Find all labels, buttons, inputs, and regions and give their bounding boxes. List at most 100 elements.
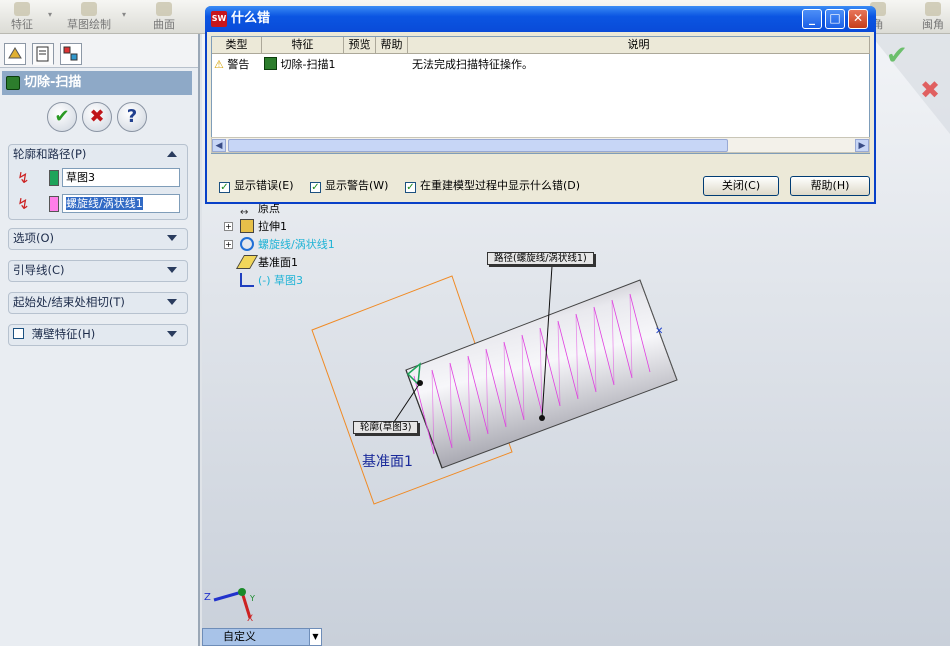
configuration-icon bbox=[63, 46, 78, 61]
path-selection-box[interactable]: 螺旋线/涡状线1 bbox=[62, 194, 180, 213]
dialog-title-bar[interactable]: SW 什么错 _ □ ✕ bbox=[205, 6, 876, 32]
column-header-description[interactable]: 说明 bbox=[408, 37, 870, 54]
help-button[interactable]: 帮助(H) bbox=[790, 176, 870, 196]
warning-icon: ⚠ bbox=[214, 58, 224, 71]
confirm-cancel-icon[interactable]: ✖ bbox=[920, 76, 940, 104]
path-selection-row: ↯ 螺旋线/涡状线1 bbox=[13, 193, 185, 215]
show-warnings-option[interactable]: ✓ 显示警告(W) bbox=[310, 177, 388, 193]
triad-z-label: Z bbox=[204, 592, 211, 603]
cut-sweep-icon bbox=[264, 57, 277, 70]
row-feature: 切除-扫描1 bbox=[264, 56, 335, 74]
feature-title-bar: 切除-扫描 bbox=[2, 71, 192, 95]
sketch-icon bbox=[81, 2, 97, 16]
profile-leader-line bbox=[393, 382, 421, 423]
chamfer-label: 闽角 bbox=[922, 18, 944, 31]
sketch-tab[interactable]: 草图绘制 bbox=[58, 2, 120, 32]
cancel-button[interactable]: ✖ bbox=[82, 102, 112, 132]
column-header-help[interactable]: 帮助 bbox=[376, 37, 408, 54]
close-icon: ✕ bbox=[852, 11, 864, 25]
triad-origin bbox=[238, 588, 246, 596]
guide-curves-group[interactable]: 引导线(C) bbox=[8, 260, 188, 282]
plane-icon bbox=[235, 255, 259, 269]
expand-toggle[interactable]: + bbox=[224, 240, 233, 249]
show-errors-checkbox[interactable]: ✓ bbox=[219, 182, 230, 193]
ok-button[interactable]: ✔ bbox=[47, 102, 77, 132]
features-tab-label: 特征 bbox=[11, 18, 33, 31]
collapse-arrow-icon bbox=[167, 151, 177, 157]
tree-item-extrude1[interactable]: 拉伸1 bbox=[240, 218, 287, 236]
thin-feature-group: 薄壁特征(H) bbox=[8, 324, 188, 346]
group-label: 选项(O) bbox=[13, 231, 55, 245]
tree-item-label: 基准面1 bbox=[258, 256, 298, 269]
maximize-button[interactable]: □ bbox=[825, 9, 845, 29]
column-header-preview[interactable]: 预览 bbox=[344, 37, 376, 54]
whats-wrong-dialog: SW 什么错 _ □ ✕ 类型 特征 预览 帮助 说明 ⚠ 警告 切除-扫描1 … bbox=[205, 6, 876, 204]
scroll-left-icon[interactable]: ◀ bbox=[212, 139, 226, 152]
row-feature-text: 切除-扫描1 bbox=[280, 58, 336, 71]
triad-x-label: X bbox=[247, 614, 254, 624]
column-header-feature[interactable]: 特征 bbox=[262, 37, 344, 54]
guide-curves-group-header: 引导线(C) bbox=[9, 261, 187, 280]
minimize-button[interactable]: _ bbox=[802, 9, 822, 29]
chevron-down-icon[interactable]: ▼ bbox=[309, 629, 321, 645]
show-warnings-label: 显示警告(W) bbox=[325, 179, 389, 192]
scrollbar-thumb[interactable] bbox=[228, 139, 728, 152]
dropdown-arrow-icon: ▾ bbox=[48, 10, 53, 19]
view-orientation-selector[interactable]: 自定义 ▼ bbox=[202, 628, 322, 646]
profile-icon: ↯ bbox=[17, 169, 30, 187]
column-header-type[interactable]: 类型 bbox=[212, 37, 262, 54]
features-tab[interactable]: 特征 bbox=[2, 2, 42, 32]
profile-callout[interactable]: 轮廓(草图3) bbox=[353, 421, 419, 434]
profile-value: 草图3 bbox=[66, 171, 95, 184]
confirm-ok-icon[interactable]: ✔ bbox=[886, 41, 908, 71]
expand-arrow-icon bbox=[167, 235, 177, 241]
tree-item-helix1[interactable]: 螺旋线/涡状线1 bbox=[240, 236, 335, 254]
sketch-tab-label: 草图绘制 bbox=[67, 18, 111, 31]
close-window-button[interactable]: ✕ bbox=[848, 9, 868, 29]
expand-toggle[interactable]: + bbox=[224, 222, 233, 231]
path-callout-text: 路径(螺旋线/涡状线1) bbox=[494, 253, 587, 264]
options-group-header: 选项(O) bbox=[9, 229, 187, 248]
cylinder-body bbox=[405, 279, 678, 469]
profile-color-swatch bbox=[49, 170, 59, 186]
surfaces-tab-label: 曲面 bbox=[153, 18, 175, 31]
triad-y-label: Y bbox=[250, 594, 255, 603]
show-errors-option[interactable]: ✓ 显示错误(E) bbox=[219, 177, 294, 193]
profile-selection-box[interactable]: 草图3 bbox=[62, 168, 180, 187]
help-button[interactable]: ? bbox=[117, 102, 147, 132]
feature-title: 切除-扫描 bbox=[24, 75, 82, 90]
cut-sweep-icon bbox=[6, 76, 20, 90]
helix-end-marker: ✕ bbox=[655, 326, 663, 337]
surfaces-tab[interactable]: 曲面 bbox=[146, 2, 182, 32]
path-color-swatch bbox=[49, 196, 59, 212]
sketch-icon bbox=[240, 273, 254, 287]
tangency-group[interactable]: 起始处/结束处相切(T) bbox=[8, 292, 188, 314]
property-manager-tab[interactable] bbox=[32, 43, 54, 65]
profile-path-group-header[interactable]: 轮廓和路径(P) bbox=[9, 145, 187, 164]
thin-feature-checkbox[interactable] bbox=[13, 328, 24, 339]
toolbar-item-chamfer[interactable]: 闽角 bbox=[918, 2, 948, 32]
plane-label: 基准面1 bbox=[362, 454, 413, 470]
show-warnings-checkbox[interactable]: ✓ bbox=[310, 182, 321, 193]
property-sheet-icon bbox=[36, 46, 49, 62]
origin-icon: ↔ bbox=[240, 207, 249, 218]
dialog-title: 什么错 bbox=[231, 11, 271, 26]
feature-manager-tab[interactable] bbox=[4, 43, 26, 65]
profile-callout-text: 轮廓(草图3) bbox=[360, 422, 412, 433]
expand-arrow-icon[interactable] bbox=[167, 331, 177, 337]
scroll-right-icon[interactable]: ▶ bbox=[855, 139, 869, 152]
tree-item-label: 螺旋线/涡状线1 bbox=[258, 238, 335, 251]
tree-item-sketch3[interactable]: (-) 草图3 bbox=[240, 272, 303, 290]
show-on-rebuild-option[interactable]: ✓ 在重建模型过程中显示什么错(D) bbox=[405, 177, 580, 193]
horizontal-scrollbar[interactable]: ◀ ▶ bbox=[211, 137, 870, 153]
tree-item-plane1[interactable]: 基准面1 bbox=[235, 254, 298, 272]
show-on-rebuild-checkbox[interactable]: ✓ bbox=[405, 182, 416, 193]
path-icon: ↯ bbox=[17, 195, 30, 213]
row-description: 无法完成扫描特征操作。 bbox=[412, 58, 533, 71]
profile-path-group: 轮廓和路径(P) ↯ 草图3 ↯ 螺旋线/涡状线1 bbox=[8, 144, 188, 220]
show-on-rebuild-label: 在重建模型过程中显示什么错(D) bbox=[420, 179, 581, 192]
path-callout[interactable]: 路径(螺旋线/涡状线1) bbox=[487, 252, 594, 265]
configuration-manager-tab[interactable] bbox=[60, 43, 82, 65]
close-button[interactable]: 关闭(C) bbox=[703, 176, 779, 196]
options-group[interactable]: 选项(O) bbox=[8, 228, 188, 250]
